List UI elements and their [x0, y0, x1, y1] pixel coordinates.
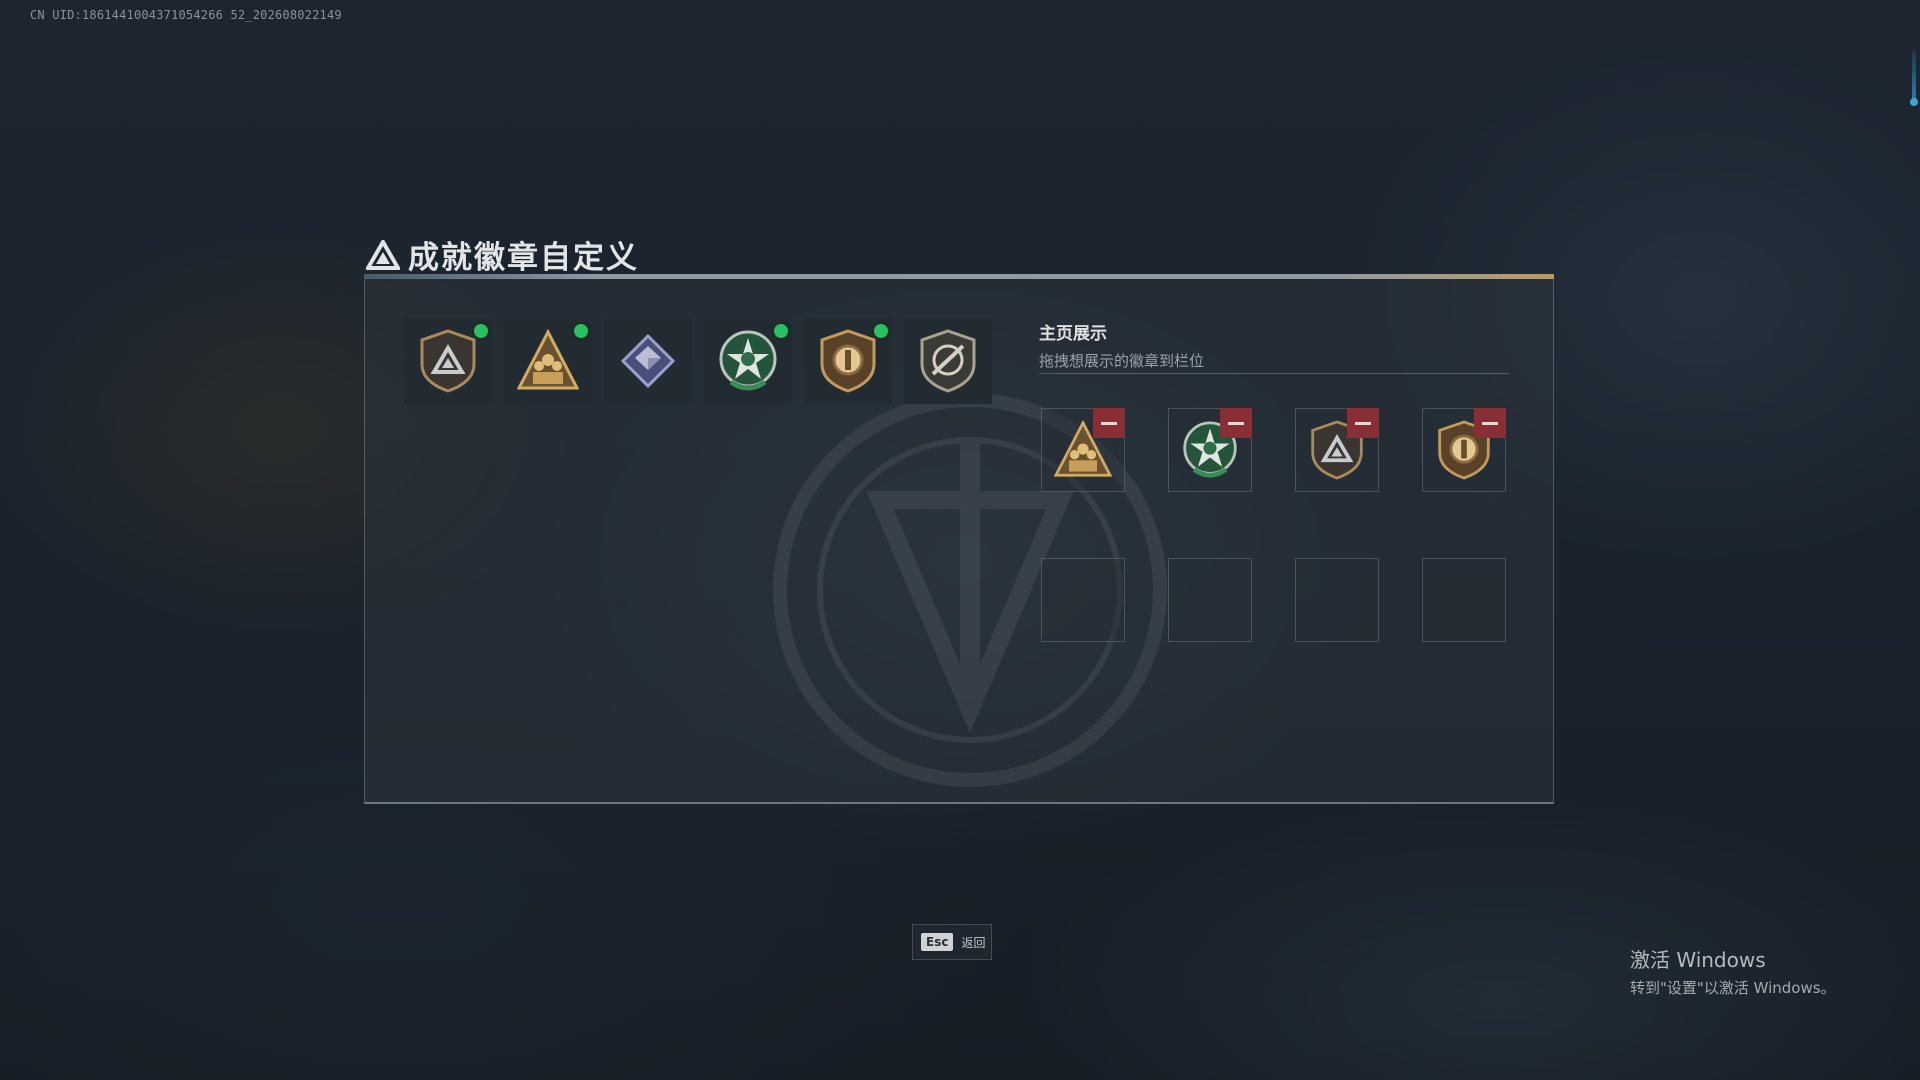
activation-subtitle: 转到"设置"以激活 Windows。: [1630, 979, 1836, 997]
remove-badge-button[interactable]: [1474, 408, 1506, 438]
minus-icon: [1482, 421, 1498, 425]
badge-slot-triangle-shield[interactable]: [404, 318, 492, 404]
minus-icon: [1228, 421, 1244, 425]
crystal-cube-badge-icon: [620, 333, 676, 389]
homepage-display-subtitle: 拖拽想展示的徽章到栏位: [1039, 352, 1205, 370]
homepage-display-header: 主页展示 拖拽想展示的徽章到栏位: [1039, 319, 1204, 371]
badge-slot-orb-shield[interactable]: [804, 318, 892, 404]
esc-key-icon: Esc: [921, 933, 954, 951]
display-slot-7-empty[interactable]: [1295, 558, 1379, 642]
remove-badge-button[interactable]: [1093, 408, 1125, 438]
green-star-wreath-badge-icon: [719, 330, 777, 391]
back-button[interactable]: Esc 返回: [912, 924, 992, 960]
squad-triangle-badge-icon: [517, 328, 579, 390]
badge-slot-green-star[interactable]: [704, 318, 792, 404]
triangle-shield-badge-icon: [420, 329, 476, 393]
orb-shield-badge-icon: [820, 329, 876, 393]
badge-slot-squad-triangle[interactable]: [504, 318, 592, 404]
scroll-indicator[interactable]: [1910, 50, 1918, 106]
selected-indicator: [774, 324, 788, 338]
triangle-emblem-icon: [366, 239, 400, 270]
display-slot-1[interactable]: [1041, 408, 1125, 492]
display-slot-5-empty[interactable]: [1041, 558, 1125, 642]
divider: [1039, 373, 1509, 374]
display-slot-8-empty[interactable]: [1422, 558, 1506, 642]
uid-text: CN UID:1861441004371054266 52_2026080221…: [30, 8, 342, 22]
selected-indicator: [874, 324, 888, 338]
panel-header: 成就徽章自定义: [366, 232, 639, 277]
page-title: 成就徽章自定义: [408, 240, 639, 276]
selected-indicator: [474, 324, 488, 338]
minus-icon: [1101, 421, 1117, 425]
badge-slot-crossed-sword[interactable]: [904, 318, 992, 404]
badge-inventory: [404, 318, 992, 404]
crossed-sword-shield-badge-icon: [920, 329, 976, 393]
activation-title: 激活 Windows: [1630, 948, 1766, 972]
minus-icon: [1355, 421, 1371, 425]
back-label: 返回: [961, 935, 986, 950]
display-slot-4[interactable]: [1422, 408, 1506, 492]
display-slot-2[interactable]: [1168, 408, 1252, 492]
remove-badge-button[interactable]: [1347, 408, 1379, 438]
homepage-display-title: 主页展示: [1039, 324, 1107, 344]
remove-badge-button[interactable]: [1220, 408, 1252, 438]
display-slot-6-empty[interactable]: [1168, 558, 1252, 642]
selected-indicator: [574, 324, 588, 338]
display-slot-3[interactable]: [1295, 408, 1379, 492]
panel-top-bar: [364, 274, 1554, 279]
windows-activation-watermark: 激活 Windows 转到"设置"以激活 Windows。: [1630, 944, 1836, 998]
badge-slot-crystal-cube[interactable]: [604, 318, 692, 404]
